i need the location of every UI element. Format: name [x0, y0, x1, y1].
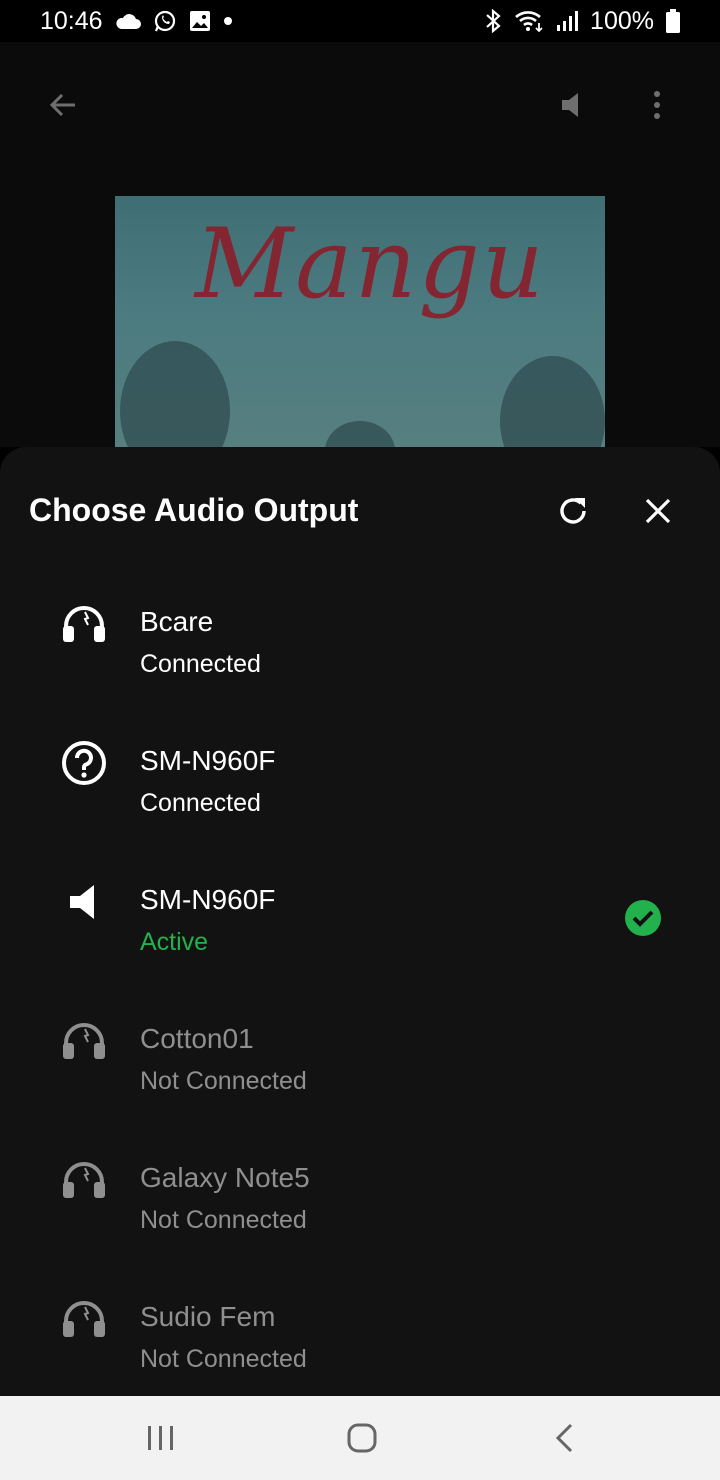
device-status: Not Connected	[140, 1206, 307, 1234]
arrow-back-icon	[49, 93, 75, 117]
device-name: SM-N960F	[140, 745, 276, 776]
device-item[interactable]: Galaxy Note5 Not Connected	[0, 1109, 720, 1248]
bluetooth-icon	[484, 9, 502, 33]
device-name: Cotton01	[140, 1023, 254, 1054]
status-right: 100%	[484, 7, 680, 36]
device-name: Galaxy Note5	[140, 1162, 310, 1193]
device-name: Sudio Fem	[140, 1301, 276, 1332]
recents-icon	[148, 1426, 173, 1450]
status-time: 10:46	[40, 6, 103, 35]
headphones-icon	[60, 1156, 108, 1204]
device-item[interactable]: Sudio Fem Not Connected	[0, 1248, 720, 1387]
refresh-icon	[560, 498, 586, 524]
headphones-icon	[60, 1295, 108, 1343]
album-art-title: Mangu	[195, 208, 546, 320]
navigation-bar	[0, 1396, 720, 1480]
device-name: Bcare	[140, 606, 214, 637]
status-bar: 10:46 100%	[0, 0, 720, 42]
back-button[interactable]	[42, 84, 84, 126]
speaker-icon	[562, 93, 578, 117]
device-item[interactable]: SM-N960F Connected	[0, 692, 720, 831]
device-status: Active	[140, 928, 209, 956]
audio-output-sheet: Choose Audio Output Bcare Connected SM-N…	[0, 447, 720, 1396]
chevron-left-icon	[555, 1423, 573, 1453]
device-name: SM-N960F	[140, 884, 276, 915]
device-status: Connected	[140, 650, 261, 678]
device-item-active[interactable]: SM-N960F Active	[0, 831, 720, 970]
status-left: 10:46	[40, 7, 233, 36]
gallery-icon	[189, 10, 211, 32]
signal-icon	[556, 10, 579, 32]
album-figure-left	[120, 341, 230, 447]
whatsapp-icon	[153, 9, 177, 33]
more-vert-icon	[654, 91, 660, 119]
wifi-icon	[514, 9, 544, 33]
home-icon	[347, 1423, 377, 1453]
album-figure-center	[325, 421, 395, 447]
sheet-title: Choose Audio Output	[29, 492, 359, 528]
speaker-icon	[60, 878, 108, 926]
refresh-button[interactable]	[551, 489, 595, 533]
close-button[interactable]	[636, 489, 680, 533]
recents-button[interactable]	[137, 1414, 185, 1462]
device-status: Connected	[140, 789, 261, 817]
headphones-icon	[60, 1017, 108, 1065]
device-item[interactable]: Bcare Connected	[0, 553, 720, 692]
help-icon	[60, 739, 108, 787]
more-options-button[interactable]	[636, 84, 678, 126]
audio-output-button[interactable]	[552, 84, 594, 126]
nav-back-button[interactable]	[540, 1414, 588, 1462]
album-art: Mangu	[115, 196, 605, 447]
device-item[interactable]: Cotton01 Not Connected	[0, 970, 720, 1109]
cloud-icon	[115, 12, 141, 30]
headphones-icon	[60, 600, 108, 648]
album-figure-right	[500, 356, 605, 447]
battery-percent: 100%	[590, 6, 654, 35]
device-status: Not Connected	[140, 1067, 307, 1095]
dot-icon	[223, 16, 233, 26]
check-circle-icon	[624, 899, 662, 937]
battery-icon	[666, 9, 680, 33]
close-icon	[645, 498, 671, 524]
device-status: Not Connected	[140, 1345, 307, 1373]
device-list: Bcare Connected SM-N960F Connected SM-N9…	[0, 553, 720, 1387]
home-button[interactable]	[338, 1414, 386, 1462]
